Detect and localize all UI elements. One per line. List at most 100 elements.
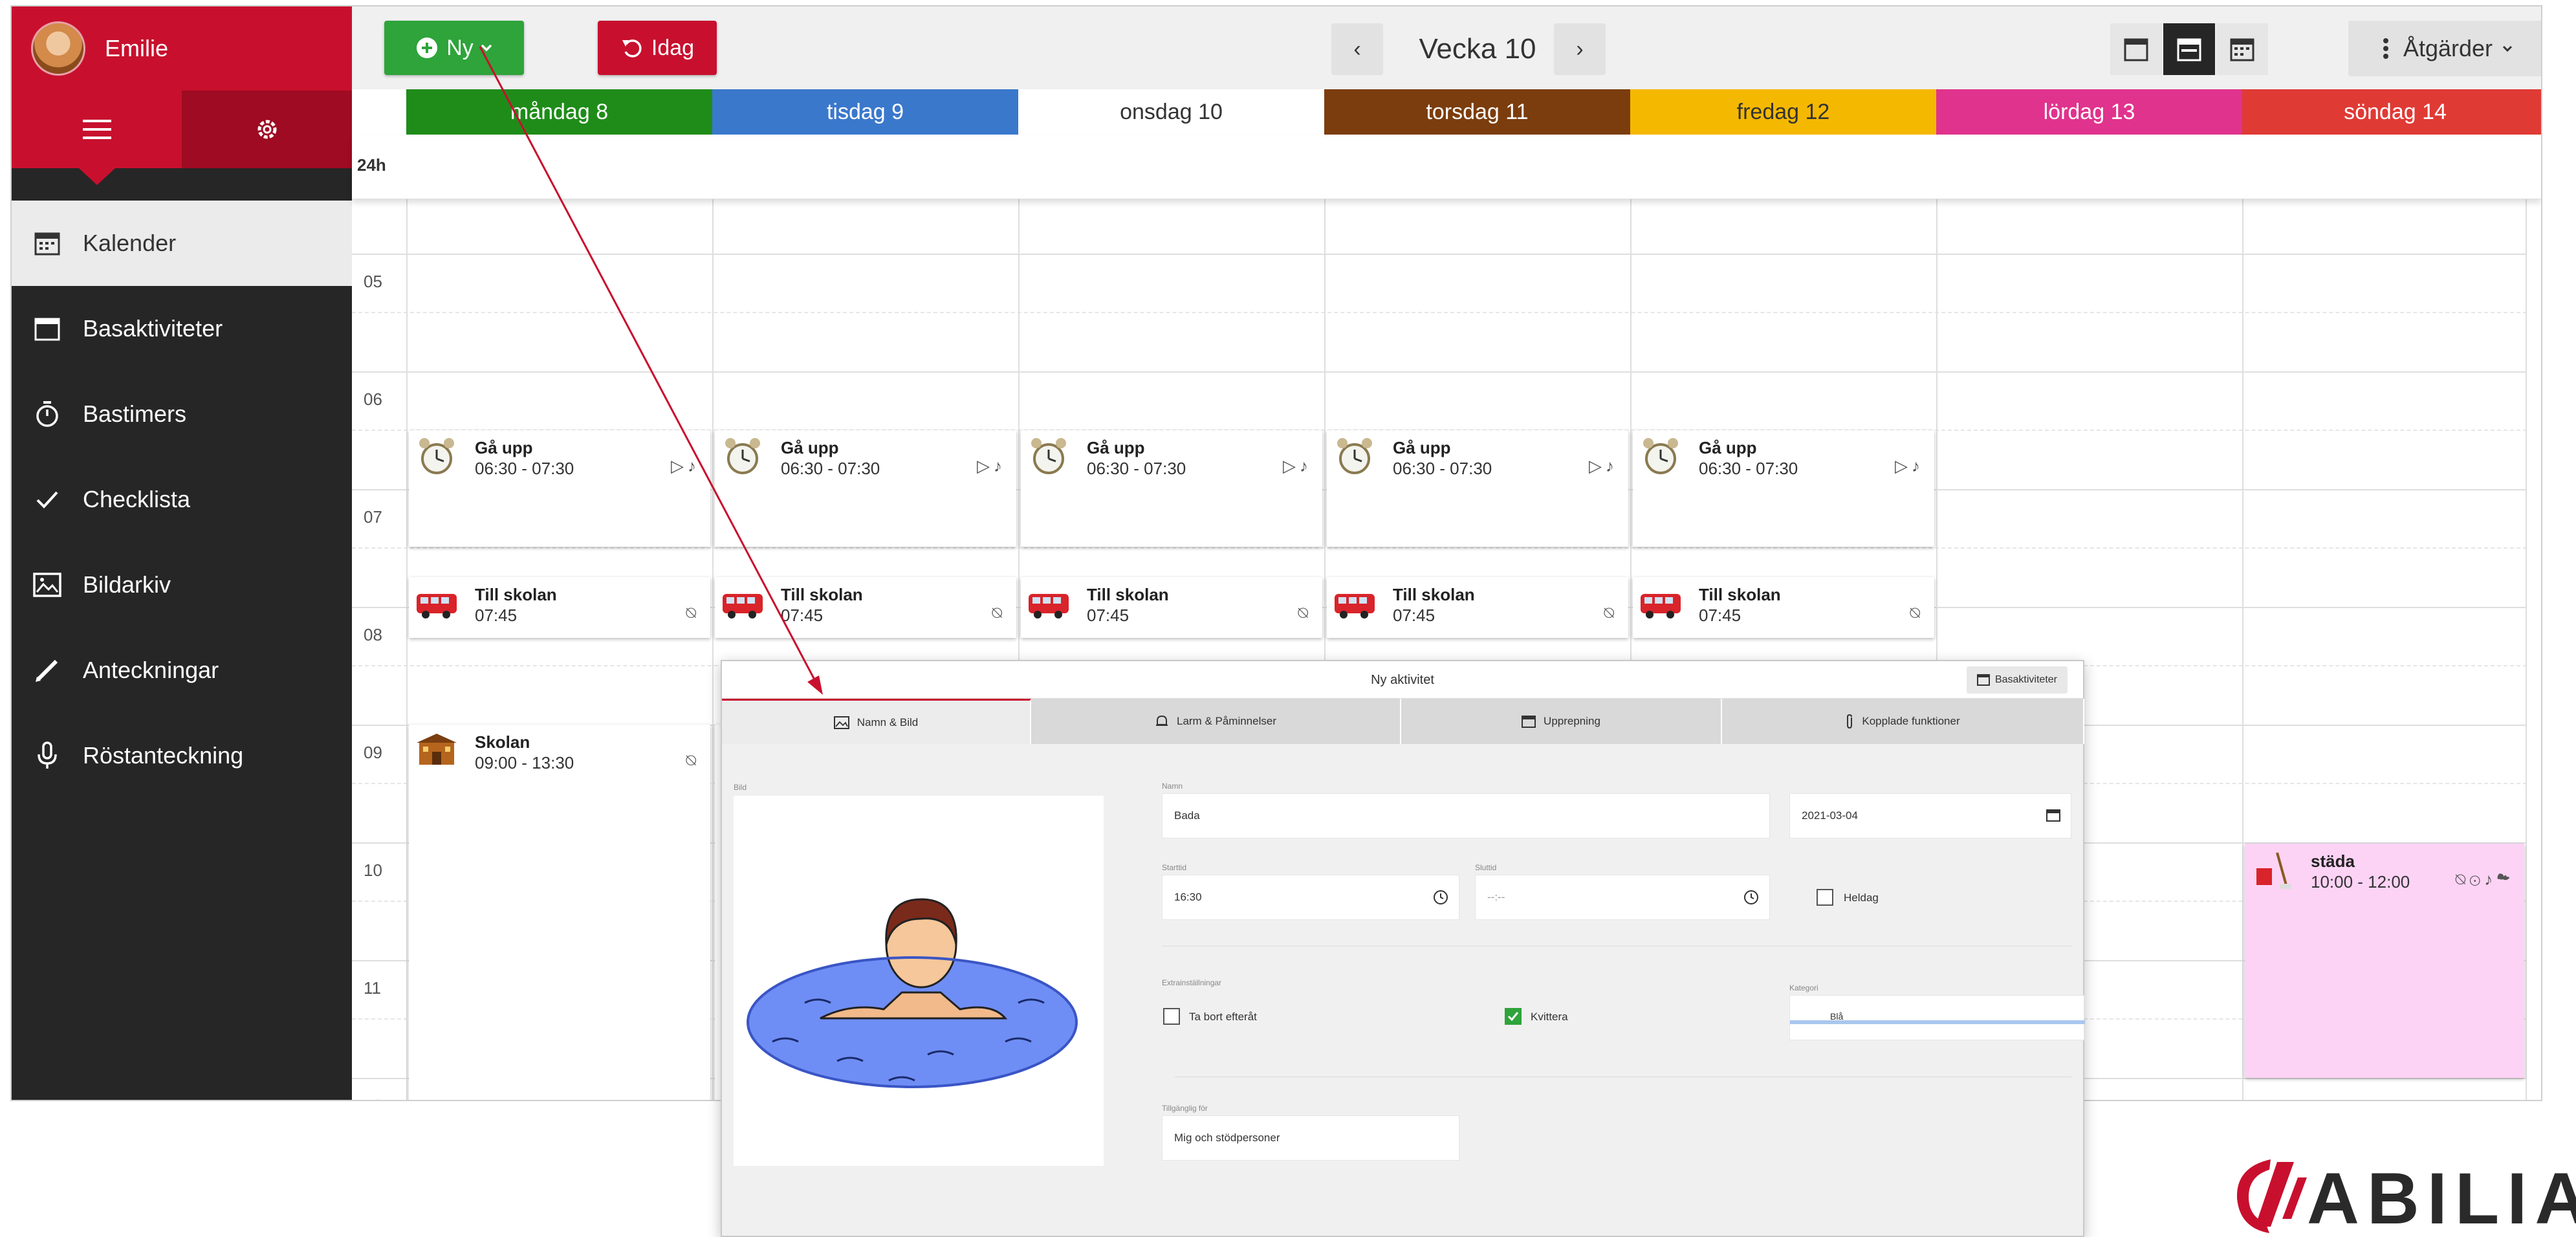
hamburger-icon [82, 120, 111, 139]
sidebar-item-label: Checklista [83, 486, 191, 512]
event-title: Skolan [475, 732, 530, 752]
previous-week-button[interactable]: ‹ [1331, 23, 1383, 75]
event-till-skolan-thursday[interactable]: Till skolan 07:45 ⍉ [1327, 577, 1628, 638]
bus-icon [723, 594, 763, 618]
alarm-off-icon: ⍉ [1910, 603, 1924, 622]
tab-name-image[interactable]: Namn & Bild [722, 699, 1031, 744]
confirm-label: Kvittera [1531, 1011, 1568, 1023]
event-title: Gå upp [475, 438, 533, 457]
sidebar-item-label: Röstanteckning [83, 742, 244, 769]
today-button-label: Idag [651, 35, 695, 60]
event-time: 07:45 [1699, 606, 1741, 625]
user-header[interactable]: Emilie [12, 6, 352, 91]
clock-icon[interactable] [1743, 890, 1759, 905]
calendar-icon[interactable] [2046, 808, 2060, 822]
sidebar-item-rostanteckning[interactable]: Röstanteckning [12, 713, 352, 798]
basic-activities-button[interactable]: Basaktiviteter [1966, 666, 2068, 694]
more-vertical-icon [2383, 38, 2388, 59]
day-header-sunday[interactable]: söndag 14 [2242, 89, 2541, 135]
sidebar-item-anteckningar[interactable]: Anteckningar [12, 628, 352, 713]
date-input[interactable]: 2021-03-04 [1789, 793, 2071, 838]
gear-icon [257, 120, 276, 139]
sidebar-item-kalender[interactable]: Kalender [12, 201, 352, 286]
tab-label: Upprepning [1544, 715, 1600, 727]
bus-icon [417, 594, 457, 618]
sidebar-item-checklista[interactable]: Checklista [12, 457, 352, 542]
category-color-bar [1790, 1020, 2085, 1024]
hour-label: 12 [364, 1096, 382, 1100]
settings-tab[interactable] [182, 91, 352, 168]
extra-settings-label: Extrainställningar [1162, 978, 1222, 987]
event-title: Till skolan [781, 585, 863, 604]
hour-label: 07 [364, 507, 382, 527]
event-ga-upp-wednesday[interactable]: Gå upp 06:30 - 07:30 ▷♪ [1021, 430, 1322, 547]
event-title: städa [2311, 851, 2355, 871]
all-day-checkbox[interactable] [1817, 889, 1833, 906]
activity-image-picker[interactable] [734, 796, 1104, 1166]
event-skolan-monday[interactable]: Skolan 09:00 - 13:30 ⍉ [409, 725, 710, 1100]
tab-linked-functions[interactable]: Kopplade funktioner [1722, 699, 2084, 744]
available-for-select[interactable]: Mig och stödpersoner [1162, 1115, 1459, 1161]
name-input[interactable]: Bada [1162, 793, 1770, 838]
today-button[interactable]: Idag [598, 21, 717, 75]
bus-icon [1641, 594, 1681, 618]
event-time: 07:45 [1087, 606, 1130, 625]
sidebar-item-bastimers[interactable]: Bastimers [12, 371, 352, 457]
event-till-skolan-monday[interactable]: Till skolan 07:45 ⍉ [409, 577, 710, 638]
day-header-thursday[interactable]: torsdag 11 [1324, 89, 1630, 135]
hour-label: 11 [364, 978, 381, 998]
alarm-off-icon: ⍉ [1604, 603, 1618, 622]
day-header-tuesday[interactable]: tisdag 9 [712, 89, 1018, 135]
end-time-label: Sluttid [1475, 863, 1497, 872]
event-title: Gå upp [781, 438, 839, 457]
day-header-friday[interactable]: fredag 12 [1630, 89, 1936, 135]
category-select[interactable]: Blå [1789, 995, 2085, 1040]
event-till-skolan-tuesday[interactable]: Till skolan 07:45 ⍉ [715, 577, 1016, 638]
microphone-icon [31, 739, 63, 772]
new-button[interactable]: Ny [384, 21, 524, 75]
event-till-skolan-wednesday[interactable]: Till skolan 07:45 ⍉ [1021, 577, 1322, 638]
month-view-button[interactable] [2216, 23, 2268, 75]
end-time-input[interactable]: --:-- [1475, 875, 1770, 920]
hour-label: 06 [364, 389, 382, 409]
day-header-monday[interactable]: måndag 8 [406, 89, 712, 135]
start-time-input[interactable]: 16:30 [1162, 875, 1459, 920]
event-ga-upp-thursday[interactable]: Gå upp 06:30 - 07:30 ▷♪ [1327, 430, 1628, 547]
event-ga-upp-friday[interactable]: Gå upp 06:30 - 07:30 ▷♪ [1633, 430, 1934, 547]
event-till-skolan-friday[interactable]: Till skolan 07:45 ⍉ [1633, 577, 1934, 638]
tab-repetition[interactable]: Upprepning [1401, 699, 1722, 744]
event-time: 06:30 - 07:30 [1087, 459, 1186, 478]
next-week-button[interactable]: › [1554, 23, 1606, 75]
event-ga-upp-tuesday[interactable]: Gå upp 06:30 - 07:30 ▷♪ [715, 430, 1016, 547]
menu-tab[interactable] [12, 91, 182, 185]
tab-alarms-reminders[interactable]: Larm & Påminnelser [1031, 699, 1401, 744]
sidebar-item-bildarkiv[interactable]: Bildarkiv [12, 542, 352, 628]
remove-after-checkbox[interactable] [1163, 1008, 1180, 1025]
calendar-week-icon [2177, 38, 2201, 61]
week-view-button[interactable] [2163, 23, 2215, 75]
tab-label: Namn & Bild [857, 716, 919, 728]
calendar-month-icon [2230, 38, 2254, 61]
speaker-icon: ▷♪ [1895, 456, 1924, 476]
chevron-right-icon: › [1576, 36, 1584, 61]
day-header-wednesday[interactable]: onsdag 10 [1018, 89, 1324, 135]
calendar-icon [31, 227, 63, 259]
event-title: Gå upp [1393, 438, 1451, 457]
start-time-label: Starttid [1162, 863, 1187, 872]
event-ga-upp-monday[interactable]: Gå upp 06:30 - 07:30 ▷♪ [409, 430, 710, 547]
clock-icon[interactable] [1433, 890, 1448, 905]
alarm-icon [1155, 715, 1168, 726]
confirm-checkbox[interactable] [1505, 1008, 1522, 1025]
avatar [31, 21, 85, 76]
sidebar-item-label: Basaktiviteter [83, 315, 223, 342]
image-icon [833, 716, 849, 729]
dialog-header: Ny aktivitet Basaktiviteter [722, 661, 2083, 699]
sidebar-item-basaktiviteter[interactable]: Basaktiviteter [12, 286, 352, 371]
cleaning-icon [2256, 852, 2291, 889]
actions-menu-button[interactable]: Åtgärder [2348, 21, 2541, 76]
alarm-clock-icon [1337, 438, 1372, 474]
day-view-button[interactable] [2110, 23, 2162, 75]
day-header-saturday[interactable]: lördag 13 [1936, 89, 2242, 135]
event-stada-sunday[interactable]: städa 10:00 - 12:00 ⍉⊙♪☁ [2245, 844, 2524, 1078]
date-value: 2021-03-04 [1802, 809, 1858, 822]
